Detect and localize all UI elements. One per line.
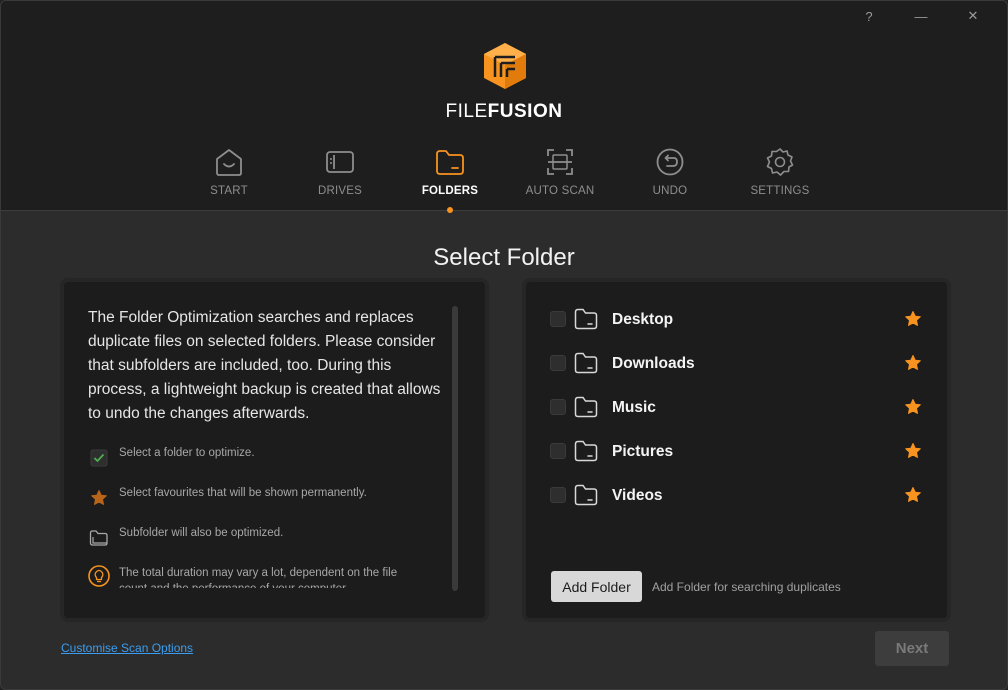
hint-subfolder-text: Subfolder will also be optimized. [119, 527, 284, 539]
favourite-star-icon[interactable] [904, 398, 922, 416]
brand-part-file: FILE [445, 101, 488, 122]
drive-icon [326, 151, 354, 173]
nav-drives-label: DRIVES [317, 185, 363, 197]
folder-icon [574, 308, 598, 330]
add-folder-hint: Add Folder for searching duplicates [652, 580, 841, 594]
gear-icon [766, 148, 794, 176]
filefusion-logo-icon [484, 43, 526, 89]
lightbulb-icon [88, 565, 110, 587]
add-folder-button[interactable]: Add Folder [551, 571, 642, 602]
nav-settings-label: SETTINGS [750, 185, 810, 197]
app-window: ? — ✕ FILEFUSION START DRIVES FOLDERS AU… [0, 0, 1008, 690]
nav-start[interactable]: START [174, 145, 284, 211]
header: ? — ✕ FILEFUSION START DRIVES FOLDERS AU… [1, 1, 1007, 213]
info-text: The Folder Optimization searches and rep… [88, 309, 441, 422]
folder-name: Videos [612, 487, 663, 504]
folder-row-downloads[interactable]: Downloads [550, 352, 922, 396]
next-button[interactable]: Next [875, 631, 949, 666]
home-icon [216, 149, 242, 176]
info-panel: The Folder Optimization searches and rep… [60, 278, 489, 622]
favourite-star-icon[interactable] [904, 442, 922, 460]
nav-drives[interactable]: DRIVES [285, 145, 395, 211]
hint-favourites: Select favourites that will be shown per… [88, 487, 367, 509]
nav-auto-scan-label: AUTO SCAN [525, 185, 595, 197]
hint-favourites-text: Select favourites that will be shown per… [119, 487, 367, 499]
help-button[interactable]: ? [843, 5, 895, 27]
folder-checkbox[interactable] [550, 399, 566, 415]
hint-select-text: Select a folder to optimize. [119, 447, 255, 459]
hint-duration: The total duration may vary a lot, depen… [88, 565, 428, 588]
nav-auto-scan[interactable]: AUTO SCAN [505, 145, 615, 211]
active-indicator [447, 207, 453, 213]
favourite-star-icon[interactable] [904, 310, 922, 328]
folder-checkbox[interactable] [550, 355, 566, 371]
undo-icon [656, 148, 684, 176]
subfolder-icon [88, 527, 110, 549]
info-scroll-area: The Folder Optimization searches and rep… [64, 282, 485, 588]
folder-row-music[interactable]: Music [550, 396, 922, 440]
folder-name: Desktop [612, 311, 674, 328]
star-icon [88, 487, 110, 509]
nav-folders[interactable]: FOLDERS [395, 145, 505, 213]
folder-checkbox[interactable] [550, 443, 566, 459]
folder-icon [574, 484, 598, 506]
folder-panel: Desktop Downloads Music Pictures Videos … [522, 278, 951, 622]
minimize-button[interactable]: — [895, 5, 947, 27]
hint-duration-text: The total duration may vary a lot, depen… [119, 567, 398, 588]
folder-icon [574, 440, 598, 462]
nav-start-label: START [210, 185, 248, 197]
folder-row-pictures[interactable]: Pictures [550, 440, 922, 484]
nav-undo-label: UNDO [652, 185, 688, 197]
brand-name: FILEFUSION [1, 101, 1007, 123]
folder-name: Downloads [612, 355, 695, 372]
folder-icon [574, 352, 598, 374]
customise-scan-options-link[interactable]: Customise Scan Options [61, 641, 193, 655]
info-scrollbar[interactable] [452, 306, 458, 591]
close-button[interactable]: ✕ [947, 5, 999, 27]
page-title: Select Folder [433, 244, 575, 271]
folder-icon [574, 396, 598, 418]
hint-subfolder: Subfolder will also be optimized. [88, 527, 283, 549]
hint-select: Select a folder to optimize. [88, 447, 255, 469]
brand-part-fusion: FUSION [487, 101, 563, 122]
folder-checkbox[interactable] [550, 311, 566, 327]
window-controls: ? — ✕ [843, 5, 999, 27]
folder-checkbox[interactable] [550, 487, 566, 503]
scan-icon [547, 149, 573, 175]
folder-row-videos[interactable]: Videos [550, 484, 922, 528]
folder-icon [436, 150, 464, 175]
folder-row-desktop[interactable]: Desktop [550, 308, 922, 352]
folder-list: Desktop Downloads Music Pictures Videos [550, 308, 922, 528]
favourite-star-icon[interactable] [904, 354, 922, 372]
nav-folders-label: FOLDERS [421, 185, 479, 197]
folder-name: Pictures [612, 443, 674, 460]
checkbox-checked-icon [88, 447, 110, 469]
nav-undo[interactable]: UNDO [615, 145, 725, 211]
folder-name: Music [612, 399, 656, 416]
favourite-star-icon[interactable] [904, 486, 922, 504]
main-nav: START DRIVES FOLDERS AUTO SCAN UNDO SETT… [1, 145, 1007, 213]
nav-settings[interactable]: SETTINGS [725, 145, 835, 211]
